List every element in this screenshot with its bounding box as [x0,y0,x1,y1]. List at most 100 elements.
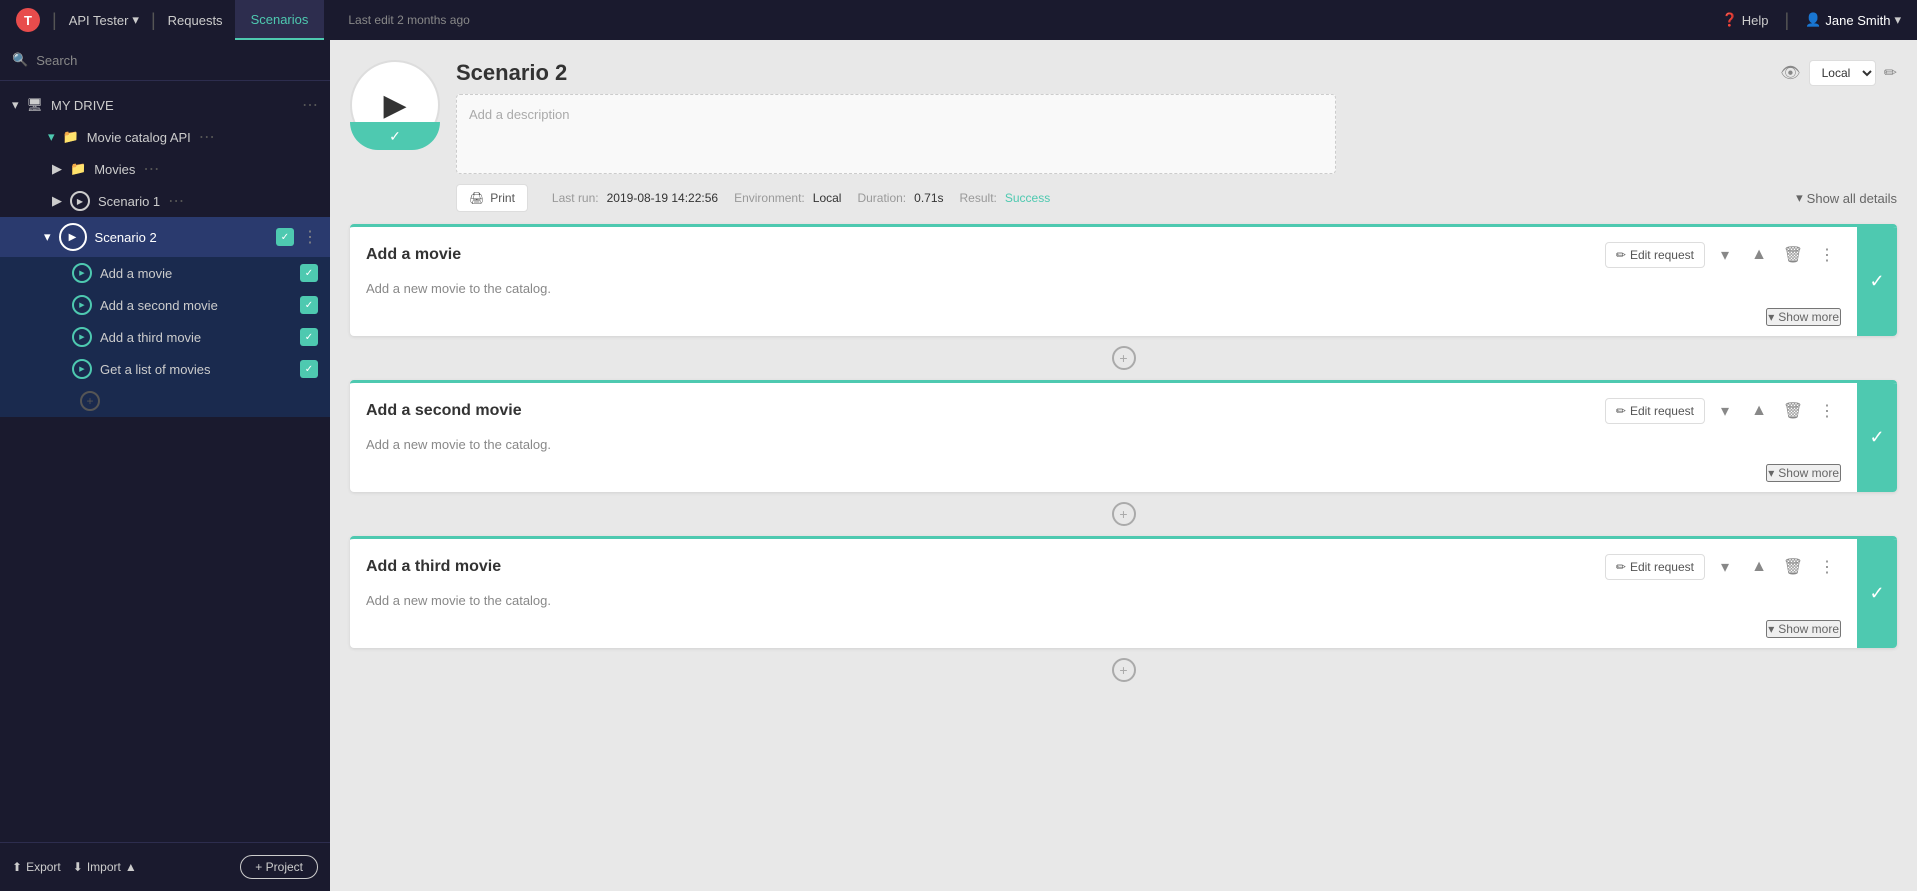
collection-menu[interactable]: ⋯ [199,127,215,147]
add-between-2-3[interactable]: + [1112,502,1136,526]
up-button-1[interactable]: ▲ [1745,241,1773,269]
more-button-2[interactable]: ⋮ [1813,397,1841,425]
expand-button-2[interactable]: ▾ [1711,397,1739,425]
separator-1: | [52,10,57,31]
folder-icon: 📁 [63,129,79,145]
duration-value: 0.71s [914,191,943,205]
project-button[interactable]: + Project [240,855,318,879]
card-check-1: ✓ [1857,227,1897,336]
scenario-description-box[interactable]: Add a description [456,94,1336,174]
env-value: Local [813,191,842,205]
more-button-1[interactable]: ⋮ [1813,241,1841,269]
user-menu[interactable]: 👤 Jane Smith ▾ [1805,12,1901,28]
top-nav: T | API Tester ▾ | Requests Scenarios La… [0,0,1917,40]
up-button-3[interactable]: ▲ [1745,553,1773,581]
delete-button-3[interactable]: 🗑 [1779,553,1807,581]
edit-request-button-3[interactable]: ✏ Edit request [1605,554,1705,580]
edit-request-button-1[interactable]: ✏ Edit request [1605,242,1705,268]
card-add-third-footer: ▾ Show more [350,612,1857,648]
sidebar-footer: ⬆ Export ⬇ Import ▲ + Project [0,842,330,891]
import-button[interactable]: ⬇ Import ▲ [73,860,137,874]
sidebar-subitem-add-movie[interactable]: ▶ Add a movie ✓ [0,257,330,289]
sidebar-item-scenario1[interactable]: ▶ ▶ Scenario 1 ⋯ [0,185,330,217]
separator-2: | [151,10,156,31]
lastrun-label: Last run: [552,191,599,205]
export-button[interactable]: ⬆ Export [12,860,61,874]
expand-button-1[interactable]: ▾ [1711,241,1739,269]
between-cards-2-3: + [350,492,1897,536]
search-area[interactable]: 🔍 Search [0,40,330,81]
help-link[interactable]: ❓ Help [1722,12,1769,28]
add-third-check: ✓ [300,328,318,346]
card-add-third-header: Add a third movie ✏ Edit request ▾ ▲ 🗑 ⋮ [350,539,1857,589]
delete-button-1[interactable]: 🗑 [1779,241,1807,269]
card-add-second-desc: Add a new movie to the catalog. [350,433,1857,456]
app-logo: T [16,8,40,32]
movies-folder-icon: 📁 [70,161,86,177]
get-list-play-icon: ▶ [72,359,92,379]
show-more-button-1[interactable]: ▾ Show more [1766,308,1841,326]
api-tester-menu[interactable]: API Tester ▾ [69,12,139,28]
scenario-play-button[interactable]: ▶ ✓ [350,60,440,150]
scenario2-play-icon: ▶ [59,223,87,251]
card-add-movie-header: Add a movie ✏ Edit request ▾ ▲ 🗑 ⋮ [350,227,1857,277]
scenario-details: Scenario 2 👁 Local ✏ Add a description 🖨 [456,60,1897,212]
separator-3: | [1785,10,1790,31]
add-after-3[interactable]: + [1112,658,1136,682]
delete-button-2[interactable]: 🗑 [1779,397,1807,425]
expand-button-3[interactable]: ▾ [1711,553,1739,581]
meta-env: Environment: Local [734,191,841,205]
scenarios-tab[interactable]: Scenarios [235,0,325,40]
collection-label: Movie catalog API [87,130,191,145]
add-between-1-2[interactable]: + [1112,346,1136,370]
search-icon: 🔍 [12,52,28,68]
import-label: Import [87,860,121,874]
card-add-second-header: Add a second movie ✏ Edit request ▾ ▲ 🗑 … [350,383,1857,433]
scenario2-menu[interactable]: ⋮ [302,227,318,247]
more-button-3[interactable]: ⋮ [1813,553,1841,581]
add-movie-play-icon: ▶ [72,263,92,283]
movies-label: Movies [94,162,135,177]
my-drive-label: MY DRIVE [51,98,294,113]
add-movie-check: ✓ [300,264,318,282]
sidebar-subitem-add-second[interactable]: ▶ Add a second movie ✓ [0,289,330,321]
scenario1-menu[interactable]: ⋯ [168,191,184,211]
show-more-button-2[interactable]: ▾ Show more [1766,464,1841,482]
card-add-third-actions: ✏ Edit request ▾ ▲ 🗑 ⋮ [1605,553,1841,581]
sidebar-subitem-get-list[interactable]: ▶ Get a list of movies ✓ [0,353,330,385]
sidebar-add-step[interactable]: + [0,385,330,417]
sidebar-item-scenario2[interactable]: ▾ ▶ Scenario 2 ✓ ⋮ [0,217,330,257]
add-second-check: ✓ [300,296,318,314]
meta-result: Result: Success [960,191,1051,205]
environment-selector[interactable]: Local [1809,60,1876,86]
card-add-movie-main: Add a movie ✏ Edit request ▾ ▲ 🗑 ⋮ Add a… [350,227,1857,336]
card-add-third-movie: Add a third movie ✏ Edit request ▾ ▲ 🗑 ⋮… [350,536,1897,648]
my-drive-menu[interactable]: ⋯ [302,95,318,115]
help-icon: ❓ [1722,12,1738,28]
meta-duration: Duration: 0.71s [857,191,943,205]
expand-scenario2-icon: ▾ [44,229,51,245]
show-more-chevron-1: ▾ [1768,310,1774,324]
expand-scenario1-icon: ▶ [52,193,62,209]
expand-collection-icon: ▾ [48,129,55,145]
my-drive-header[interactable]: ▾ 🖥 MY DRIVE ⋯ [0,89,330,121]
edit-request-button-2[interactable]: ✏ Edit request [1605,398,1705,424]
expand-icon: ▾ [12,97,19,113]
scenario2-label: Scenario 2 [95,230,268,245]
after-card-3: + [350,648,1897,692]
sidebar-subitem-add-third[interactable]: ▶ Add a third movie ✓ [0,321,330,353]
movies-menu[interactable]: ⋯ [143,159,159,179]
sidebar-item-movies[interactable]: ▶ 📁 Movies ⋯ [0,153,330,185]
sidebar-item-collection[interactable]: ▾ 📁 Movie catalog API ⋯ [0,121,330,153]
card-add-movie-desc: Add a new movie to the catalog. [350,277,1857,300]
up-button-2[interactable]: ▲ [1745,397,1773,425]
between-cards-1-2: + [350,336,1897,380]
sidebar-content: ▾ 🖥 MY DRIVE ⋯ ▾ 📁 Movie catalog API ⋯ ▶… [0,81,330,842]
scenario-edit-button[interactable]: ✏ [1884,63,1897,83]
show-all-details-button[interactable]: ▾ Show all details [1796,190,1897,206]
show-details-label: Show all details [1807,191,1897,206]
show-more-button-3[interactable]: ▾ Show more [1766,620,1841,638]
requests-nav[interactable]: Requests [168,13,223,28]
add-third-label: Add a third movie [100,330,201,345]
print-button[interactable]: 🖨 Print [456,184,528,212]
